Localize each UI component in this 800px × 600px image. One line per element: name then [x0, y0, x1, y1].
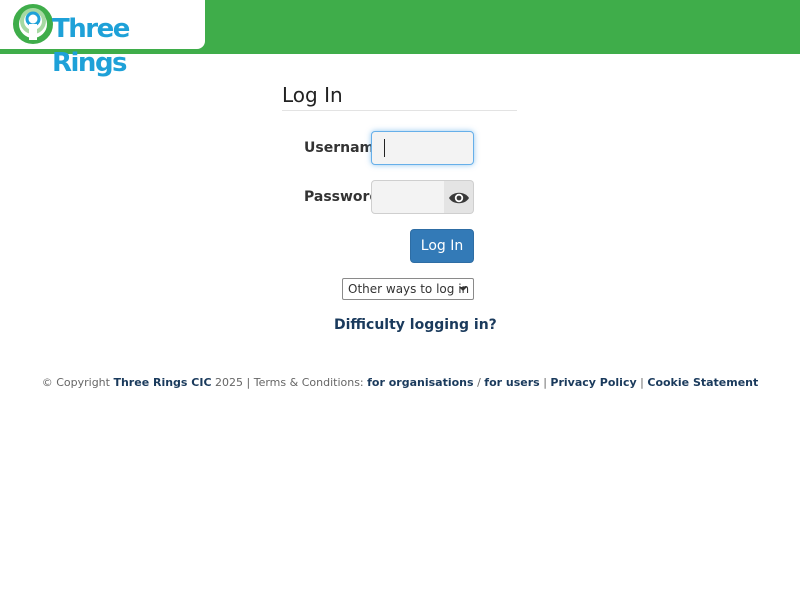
rings-logo-icon [13, 4, 53, 44]
company-link[interactable]: Three Rings CIC [113, 376, 211, 389]
password-input[interactable] [371, 180, 445, 214]
page-title: Log In [282, 83, 517, 111]
footer-separator: | [543, 376, 547, 389]
other-ways-dropdown[interactable]: Other ways to log in [342, 278, 474, 300]
logo[interactable]: Three Rings [0, 0, 205, 78]
username-input[interactable] [371, 131, 474, 165]
cookie-statement-link[interactable]: Cookie Statement [647, 376, 758, 389]
logo-text: Three Rings [52, 14, 130, 78]
other-ways-label: Other ways to log in [348, 282, 470, 296]
copyright-text: © Copyright [41, 376, 110, 389]
privacy-policy-link[interactable]: Privacy Policy [550, 376, 636, 389]
text-caret [384, 139, 385, 157]
header-bar: Three Rings [0, 0, 800, 78]
eye-icon [449, 192, 469, 204]
difficulty-logging-in-link[interactable]: Difficulty logging in? [334, 316, 497, 334]
login-button[interactable]: Log In [410, 229, 474, 263]
footer-separator: | [640, 376, 644, 389]
terms-users-link[interactable]: for users [484, 376, 539, 389]
show-password-button[interactable] [444, 180, 474, 214]
chevron-down-icon [459, 287, 467, 291]
password-label: Password [304, 189, 380, 205]
footer-slash: / [477, 376, 481, 389]
footer: © Copyright Three Rings CIC 2025 | Terms… [0, 376, 800, 390]
terms-organisations-link[interactable]: for organisations [367, 376, 473, 389]
terms-text: 2025 | Terms & Conditions: [215, 376, 364, 389]
